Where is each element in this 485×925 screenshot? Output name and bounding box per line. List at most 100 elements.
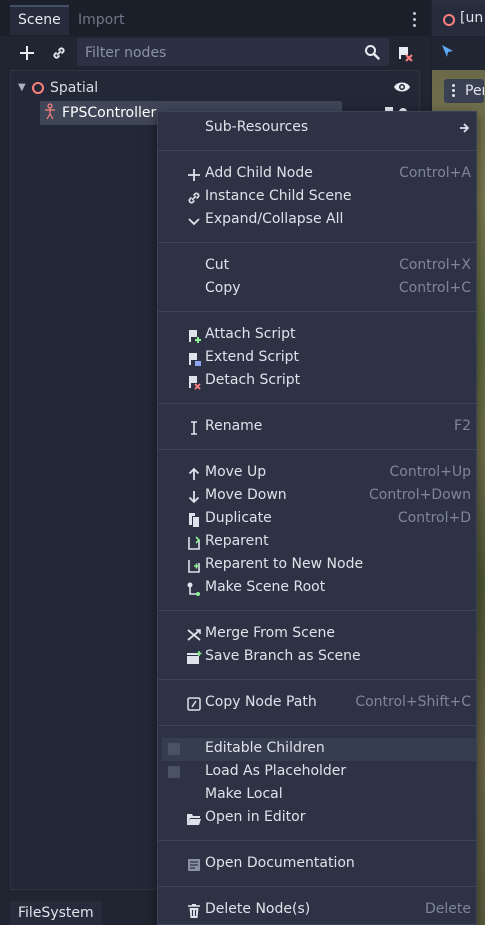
menu-item-label: Expand/Collapse All [205,211,344,227]
menu-item-delete-nodes[interactable]: Delete Node(s) Delete [162,899,476,922]
menu-item-open-documentation[interactable]: Open Documentation [162,853,476,876]
menu-item-add-child-node[interactable]: Add Child Node Control+A [162,163,476,186]
chevron-down-icon [188,218,200,226]
tree-node-label: FPSController [62,105,157,121]
tree-row-spatial[interactable]: ▼ Spatial [11,76,419,100]
menu-item-shortcut: Control+Shift+C [355,694,471,710]
merge-icon [187,629,201,641]
menu-item-open-in-editor[interactable]: Open in Editor [162,807,476,830]
script-remove-icon [399,47,413,62]
menu-item-label: Reparent [205,533,269,549]
menu-item-cut[interactable]: Cut Control+X [162,255,476,278]
menu-item-label: Rename [205,418,263,434]
scene-root-icon [187,582,200,596]
editable-children-checkbox[interactable] [168,743,180,755]
menu-item-sub-resources[interactable]: Sub-Resources [162,117,476,140]
copy-path-icon [187,697,201,711]
menu-item-editable-children[interactable]: Editable Children [162,738,476,761]
filter-nodes-box [77,38,389,66]
script-extend-icon [189,353,201,366]
menu-item-reparent-to-new-node[interactable]: Reparent to New Node [162,554,476,577]
menu-item-expand-collapse-all[interactable]: Expand/Collapse All [162,209,476,232]
menu-item-load-as-placeholder[interactable]: Load As Placeholder [162,761,476,784]
menu-item-label: Reparent to New Node [205,556,364,572]
load-as-placeholder-checkbox[interactable] [168,766,180,778]
scene-tab-label: [un [460,10,484,26]
menu-item-detach-script[interactable]: Detach Script [162,370,476,393]
menu-item-save-branch-as-scene[interactable]: Save Branch as Scene [162,646,476,669]
menu-item-move-down[interactable]: Move Down Control+Down [162,485,476,508]
tree-node-label: Spatial [50,80,99,96]
menu-item-extend-script[interactable]: Extend Script [162,347,476,370]
link-icon [53,47,65,59]
menu-separator [158,242,476,243]
help-docs-icon [188,859,200,871]
filter-nodes-input[interactable] [83,42,357,64]
perspective-view-button[interactable]: Per [444,79,484,103]
scene-toolbar [0,36,430,70]
menu-item-label: Instance Child Scene [205,188,352,204]
arrow-down-icon [188,491,200,504]
chevron-right-icon [460,123,470,133]
menu-item-label: Move Up [205,464,267,480]
scene-tab[interactable]: [un [432,5,485,35]
menu-item-make-local[interactable]: Make Local [162,784,476,807]
duplicate-icon [189,513,199,527]
text-cursor-icon [191,421,197,435]
menu-item-shortcut: Control+C [398,280,471,296]
node-context-menu: Sub-Resources Add Child Node Control+A I… [157,111,477,925]
menu-item-make-scene-root[interactable]: Make Scene Root [162,577,476,600]
perspective-label: Per [465,83,484,99]
visibility-eye-icon[interactable] [393,80,411,94]
menu-item-attach-script[interactable]: Attach Script [162,324,476,347]
menu-item-copy[interactable]: Copy Control+C [162,278,476,301]
add-node-button[interactable] [14,40,40,66]
script-remove-icon [189,376,201,390]
menu-item-copy-node-path[interactable]: Copy Node Path Control+Shift+C [162,692,476,715]
select-cursor-icon[interactable] [441,44,455,60]
menu-item-move-up[interactable]: Move Up Control+Up [162,462,476,485]
menu-separator [158,403,476,404]
script-filter-button[interactable] [392,40,418,66]
menu-separator [158,840,476,841]
menu-item-label: Make Local [205,786,283,802]
fold-arrow-icon[interactable]: ▼ [18,76,26,100]
menu-item-label: Sub-Resources [205,119,309,135]
menu-item-duplicate[interactable]: Duplicate Control+D [162,508,476,531]
menu-item-label: Attach Script [205,326,296,342]
menu-item-shortcut: Control+Up [389,464,471,480]
menu-item-label: Move Down [205,487,287,503]
menu-item-label: Extend Script [205,349,300,365]
tab-import[interactable]: Import [70,7,132,33]
menu-item-shortcut: Control+Down [368,487,471,503]
menu-item-label: Delete Node(s) [205,901,311,917]
spatial-node-icon [443,14,455,26]
menu-item-label: Cut [205,257,230,273]
view-menu-icon [452,84,455,99]
clapperboard-save-icon [187,651,202,664]
scene-dock-tabbar: Scene Import [0,0,430,36]
dock-menu-icon[interactable] [409,12,419,28]
menu-separator [158,725,476,726]
plus-icon [20,46,34,60]
menu-item-label: Copy [205,280,241,296]
link-icon [188,192,200,204]
menu-item-shortcut: Control+D [397,510,471,526]
menu-separator [158,449,476,450]
folder-open-icon [187,814,201,825]
kinematic-body-icon [45,103,55,120]
tab-scene[interactable]: Scene [10,5,69,35]
menu-item-label: Load As Placeholder [205,763,347,779]
menu-item-label: Open Documentation [205,855,355,871]
menu-separator [158,311,476,312]
menu-item-merge-from-scene[interactable]: Merge From Scene [162,623,476,646]
menu-item-instance-child-scene[interactable]: Instance Child Scene [162,186,476,209]
instance-scene-button[interactable] [46,40,72,66]
arrow-up-icon [188,467,200,480]
menu-item-reparent[interactable]: Reparent [162,531,476,554]
script-add-icon [189,330,201,343]
menu-item-label: Duplicate [205,510,272,526]
tab-filesystem[interactable]: FileSystem [10,901,102,925]
menu-item-rename[interactable]: Rename F2 [162,416,476,439]
menu-item-shortcut: Control+X [399,257,471,273]
